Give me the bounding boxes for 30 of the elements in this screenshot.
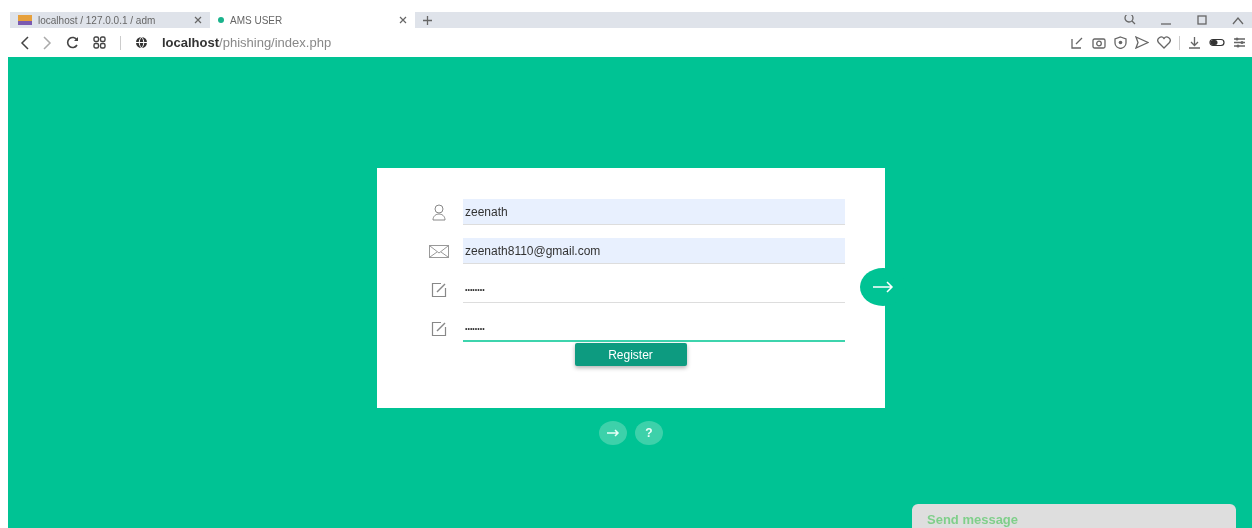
shield-icon[interactable] [1114, 36, 1127, 49]
globe-icon [135, 36, 148, 49]
site-icon [18, 15, 32, 25]
camera-icon[interactable] [1092, 36, 1106, 49]
arrow-icon [606, 429, 620, 437]
email-field[interactable]: zeenath8110@gmail.com [463, 238, 845, 264]
heart-icon[interactable] [1157, 36, 1171, 49]
url-text[interactable]: localhost/phishing/index.php [162, 32, 332, 53]
download-icon[interactable] [1188, 36, 1201, 49]
reload-icon[interactable] [66, 36, 79, 49]
new-tab-icon[interactable] [423, 15, 432, 25]
settings-icon[interactable] [1233, 36, 1246, 49]
search-icon[interactable] [1124, 15, 1136, 25]
grid-icon[interactable] [93, 36, 106, 49]
arrow-icon [872, 281, 894, 293]
name-field[interactable]: zeenath [463, 199, 845, 225]
edit-icon [431, 321, 447, 337]
message-field[interactable]: Send message [912, 504, 1236, 528]
dot-icon [218, 17, 224, 23]
envelope-icon [429, 244, 449, 258]
back-icon[interactable] [20, 35, 29, 50]
browser-tab[interactable]: AMS USER [210, 12, 415, 28]
tab-title: localhost / 127.0.0.1 / adm [38, 13, 157, 28]
tab-title: AMS USER [230, 13, 284, 28]
edit-icon[interactable] [1071, 36, 1084, 49]
restore-icon[interactable] [1196, 15, 1208, 25]
browser-tab[interactable]: localhost / 127.0.0.1 / adm [10, 12, 210, 28]
user-icon [431, 203, 447, 221]
send-icon[interactable] [1135, 36, 1149, 49]
edit-icon [431, 282, 447, 298]
